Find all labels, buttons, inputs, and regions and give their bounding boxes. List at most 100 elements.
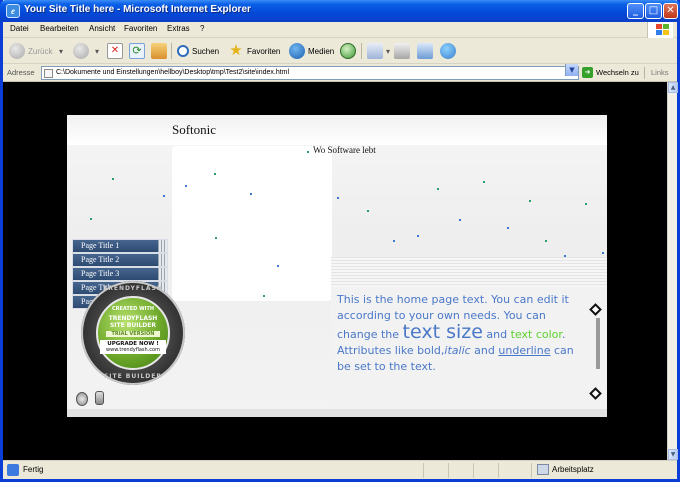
go-arrow-icon[interactable]: ➜ <box>582 67 593 78</box>
bottom-strip <box>67 409 607 417</box>
forward-button[interactable] <box>73 42 92 60</box>
nav-item-page-3[interactable]: Page Title 3 <box>72 267 168 281</box>
home-text-green: text color <box>510 328 562 341</box>
home-text-p2b: and <box>482 328 508 341</box>
status-bar: Fertig Arbeitsplatz <box>3 460 677 479</box>
messenger-button[interactable] <box>440 42 459 60</box>
mail-button[interactable]: ▾ <box>367 42 390 60</box>
badge-ring-bottom: SITE BUILDER <box>103 373 163 380</box>
nav-item-label: Page Title 2 <box>81 255 120 264</box>
links-button[interactable]: Links <box>651 68 669 77</box>
address-url: C:\Dokumente und Einstellungen\hellboy\D… <box>56 69 290 76</box>
star-icon: ★ <box>229 42 243 59</box>
badge-created-with: CREATED WITH <box>111 306 155 312</box>
menu-bearbeiten[interactable]: Bearbeiten <box>40 24 79 33</box>
home-text-underline: underline <box>498 344 551 357</box>
toolbar-separator <box>171 43 172 59</box>
forward-dropdown[interactable]: ▾ <box>95 42 99 60</box>
scroll-down-arrow-icon[interactable]: ▼ <box>668 449 678 460</box>
back-arrow-icon <box>9 43 25 59</box>
scroll-up-arrow-icon[interactable]: ▲ <box>668 82 678 93</box>
status-text: Fertig <box>23 465 44 474</box>
address-bar: Adresse C:\Dokumente und Einstellungen\h… <box>3 64 677 82</box>
back-dropdown[interactable]: ▾ <box>59 42 63 60</box>
address-label: Adresse <box>7 68 35 77</box>
trendyflash-badge[interactable]: TRENDYFLASH CREATED WITH TRENDYFLASH SIT… <box>81 281 185 385</box>
toolbar-separator <box>361 43 362 59</box>
nav-item-label: Page Title 1 <box>81 241 120 250</box>
menu-bar: Datei Bearbeiten Ansicht Favoriten Extra… <box>3 22 677 38</box>
sound-toggle-icon[interactable] <box>76 392 88 406</box>
maximize-button[interactable]: □ <box>645 3 662 19</box>
page-status-icon <box>7 464 19 476</box>
home-icon <box>151 43 167 59</box>
favorites-label: Favoriten <box>247 46 281 56</box>
stop-icon: ✕ <box>107 43 123 59</box>
browser-window: e Your Site Title here - Microsoft Inter… <box>0 0 680 482</box>
security-zone: Arbeitsplatz <box>552 465 594 474</box>
site-header-band <box>67 115 607 145</box>
toolbar: Zurück ▾ ▾ ✕ ⟳ Suchen ★ Favoriten Medien <box>3 38 677 64</box>
refresh-button[interactable]: ⟳ <box>129 42 148 60</box>
page-icon <box>44 69 53 78</box>
messenger-icon <box>440 43 456 59</box>
computer-icon <box>537 464 549 475</box>
title-bar[interactable]: e Your Site Title here - Microsoft Inter… <box>0 0 680 22</box>
home-text-big: text size <box>402 321 483 343</box>
badge-upgrade: UPGRADE NOW ! <box>100 340 166 347</box>
nav-handle <box>158 254 167 266</box>
menu-help[interactable]: ? <box>200 24 204 33</box>
text-scroll-track[interactable] <box>596 318 600 369</box>
history-icon <box>340 43 356 59</box>
nav-handle <box>158 240 167 252</box>
ie-logo-icon: e <box>6 4 20 18</box>
badge-center: CREATED WITH TRENDYFLASH SITE BUILDER TR… <box>96 296 170 370</box>
nav-item-page-2[interactable]: Page Title 2 <box>72 253 168 267</box>
search-button[interactable]: Suchen <box>177 42 219 60</box>
menu-extras[interactable]: Extras <box>167 24 190 33</box>
music-toggle-icon[interactable] <box>95 391 104 405</box>
site-slogan: Wo Software lebt <box>313 145 376 155</box>
close-button[interactable]: ✕ <box>663 3 678 19</box>
media-label: Medien <box>308 46 335 56</box>
nav-item-page-1[interactable]: Page Title 1 <box>72 239 168 253</box>
edit-page-icon <box>417 43 433 59</box>
media-icon <box>289 43 305 59</box>
home-button[interactable] <box>151 42 170 60</box>
back-label: Zurück <box>28 46 53 56</box>
badge-ring-top: TRENDYFLASH <box>103 285 163 292</box>
printer-icon <box>394 43 410 59</box>
flash-site: Softonic Wo Software lebt Page Title 1 P… <box>67 115 607 417</box>
home-text-p3b: and <box>470 344 495 357</box>
badge-brand: TRENDYFLASH <box>108 315 158 322</box>
search-label: Suchen <box>192 46 220 56</box>
search-icon <box>177 45 189 57</box>
edit-button[interactable] <box>417 42 436 60</box>
media-button[interactable]: Medien <box>289 42 334 60</box>
go-button[interactable]: Wechseln zu <box>596 68 639 77</box>
home-page-text: This is the home page text. You can edit… <box>337 292 587 375</box>
site-name: Softonic <box>172 122 217 137</box>
stop-button[interactable]: ✕ <box>107 42 126 60</box>
history-button[interactable] <box>340 42 359 60</box>
minimize-button[interactable]: _ <box>627 3 644 19</box>
site-image <box>172 146 332 301</box>
page-scrollbar[interactable]: ▲ ▼ <box>667 82 678 460</box>
badge-trial: TRIAL VERSION <box>106 331 160 337</box>
mail-icon <box>367 43 383 59</box>
menu-favoriten[interactable]: Favoriten <box>124 24 157 33</box>
address-input[interactable]: C:\Dokumente und Einstellungen\hellboy\D… <box>41 66 579 80</box>
windows-flag-icon <box>647 22 673 38</box>
favorites-button[interactable]: ★ Favoriten <box>228 42 280 60</box>
home-text-italic: italic <box>444 344 471 357</box>
links-separator <box>644 67 645 79</box>
menu-datei[interactable]: Datei <box>10 24 29 33</box>
menu-ansicht[interactable]: Ansicht <box>89 24 115 33</box>
nav-handle <box>158 268 167 280</box>
print-button[interactable] <box>394 42 413 60</box>
address-dropdown-icon[interactable]: ▼ <box>565 64 578 76</box>
forward-arrow-icon <box>73 43 89 59</box>
back-button[interactable]: Zurück <box>9 42 52 60</box>
window-title: Your Site Title here - Microsoft Interne… <box>24 4 251 15</box>
refresh-icon: ⟳ <box>129 43 145 59</box>
